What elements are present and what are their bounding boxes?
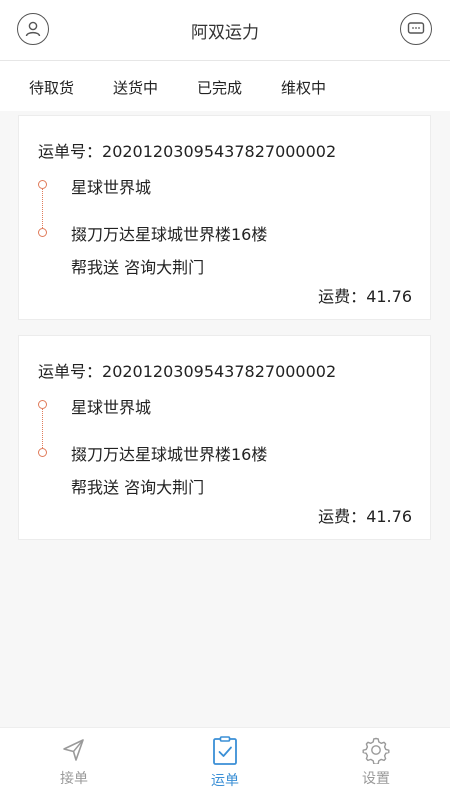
order-number: 20201203095437827000002 bbox=[102, 142, 337, 161]
route-end-dot bbox=[38, 448, 47, 457]
order-card[interactable]: 运单号：20201203095437827000002 星球世界城 掇刀万达星球… bbox=[18, 335, 431, 540]
user-avatar-icon[interactable] bbox=[17, 13, 49, 45]
order-status-tabs: 待取货 送货中 已完成 维权中 bbox=[0, 61, 450, 111]
nav-label: 接单 bbox=[60, 771, 88, 787]
route-end-dot bbox=[38, 228, 47, 237]
clipboard-check-icon bbox=[213, 736, 237, 765]
app-header: 阿双运力 bbox=[0, 0, 450, 61]
service-type: 帮我送 咨询大荆门 bbox=[71, 258, 205, 277]
route-start-dot bbox=[38, 400, 47, 409]
order-card[interactable]: 运单号：20201203095437827000002 星球世界城 掇刀万达星球… bbox=[18, 115, 431, 320]
fee-value: 41.76 bbox=[366, 507, 412, 526]
tab-delivering[interactable]: 送货中 bbox=[113, 77, 158, 98]
order-number-label: 运单号： bbox=[38, 142, 103, 161]
gear-icon bbox=[362, 737, 390, 764]
delivery-fee: 运费：41.76 bbox=[318, 503, 412, 527]
order-number: 20201203095437827000002 bbox=[102, 362, 337, 381]
fee-label: 运费： bbox=[318, 507, 367, 526]
route-connector bbox=[42, 409, 43, 448]
nav-label: 设置 bbox=[362, 771, 390, 787]
delivery-address: 掇刀万达星球城世界楼16楼 bbox=[71, 225, 268, 244]
fee-value: 41.76 bbox=[366, 287, 412, 306]
tab-completed[interactable]: 已完成 bbox=[197, 77, 242, 98]
pickup-address: 星球世界城 bbox=[71, 398, 152, 417]
send-arrow-icon bbox=[63, 739, 84, 761]
nav-label: 运单 bbox=[211, 773, 239, 789]
order-number-line: 运单号：20201203095437827000002 bbox=[38, 138, 336, 162]
bottom-nav: 接单 运单 设置 bbox=[0, 727, 450, 800]
fee-label: 运费： bbox=[318, 287, 367, 306]
order-number-label: 运单号： bbox=[38, 362, 103, 381]
tab-disputes[interactable]: 维权中 bbox=[281, 77, 326, 98]
nav-settings[interactable]: 设置 bbox=[331, 736, 421, 788]
service-type: 帮我送 咨询大荆门 bbox=[71, 478, 205, 497]
message-bubble-icon[interactable] bbox=[400, 13, 432, 45]
tab-pending-pickup[interactable]: 待取货 bbox=[29, 77, 74, 98]
nav-waybills[interactable]: 运单 bbox=[180, 736, 270, 790]
order-number-line: 运单号：20201203095437827000002 bbox=[38, 358, 336, 382]
nav-take-orders[interactable]: 接单 bbox=[29, 736, 119, 788]
route-start-dot bbox=[38, 180, 47, 189]
page-title: 阿双运力 bbox=[191, 22, 259, 43]
delivery-fee: 运费：41.76 bbox=[318, 283, 412, 307]
delivery-address: 掇刀万达星球城世界楼16楼 bbox=[71, 445, 268, 464]
pickup-address: 星球世界城 bbox=[71, 178, 152, 197]
route-connector bbox=[42, 189, 43, 228]
